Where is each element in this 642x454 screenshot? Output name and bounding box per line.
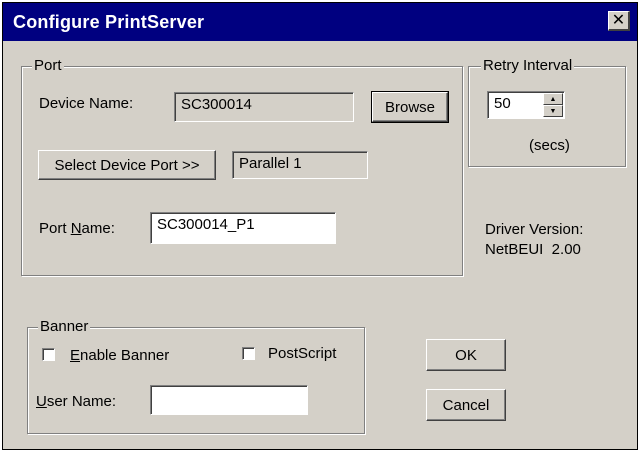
browse-button[interactable]: Browse [371, 91, 449, 123]
port-name-input[interactable]: SC300014_P1 [150, 212, 336, 244]
port-name-label-pre: Port [39, 220, 71, 237]
cancel-button[interactable]: Cancel [426, 389, 506, 421]
close-button[interactable]: ✕ [608, 11, 630, 31]
enable-banner-label[interactable]: Enable Banner [70, 347, 169, 364]
postscript-checkbox[interactable] [242, 347, 255, 360]
device-name-field: SC300014 [174, 92, 354, 122]
ok-button[interactable]: OK [426, 339, 506, 371]
port-name-label: Port Name: [39, 220, 115, 237]
window-title: Configure PrintServer [13, 12, 205, 32]
port-name-label-post: ame: [81, 220, 115, 237]
banner-group-label: Banner [38, 318, 91, 335]
banner-group: Banner Enable Banner PostScript User Nam… [27, 318, 365, 434]
device-name-label: Device Name: [39, 95, 134, 112]
enable-banner-label-underlined: E [70, 347, 81, 364]
user-name-label: User Name: [36, 393, 116, 410]
enable-banner-checkbox[interactable] [42, 348, 55, 361]
retry-interval-unit: (secs) [529, 137, 570, 154]
postscript-label[interactable]: PostScript [268, 345, 336, 362]
driver-version-value: NetBEUI 2.00 [485, 241, 581, 258]
port-name-label-underlined: N [70, 220, 82, 237]
configure-printserver-dialog: Configure PrintServer ✕ Port Device Name… [2, 2, 638, 450]
driver-version-label: Driver Version: [485, 221, 584, 238]
port-group-label: Port [32, 57, 64, 74]
user-name-label-underlined: U [36, 393, 47, 410]
retry-interval-label: Retry Interval [481, 57, 575, 74]
port-group: Port Device Name: SC300014 Browse Select… [21, 57, 463, 276]
spin-up-icon[interactable]: ▲ [543, 93, 563, 105]
select-device-port-button[interactable]: Select Device Port >> [38, 150, 216, 180]
retry-interval-spinner[interactable]: ▲ ▼ [543, 93, 563, 117]
device-port-field: Parallel 1 [232, 151, 368, 179]
user-name-input[interactable] [150, 385, 308, 415]
user-name-label-rest: ser Name: [46, 393, 117, 410]
spin-down-icon[interactable]: ▼ [543, 105, 563, 117]
close-icon: ✕ [611, 11, 626, 29]
retry-interval-group: Retry Interval 50 ▲ ▼ (secs) [468, 57, 626, 167]
title-bar[interactable]: Configure PrintServer ✕ [3, 3, 637, 41]
enable-banner-label-rest: nable Banner [80, 347, 170, 364]
